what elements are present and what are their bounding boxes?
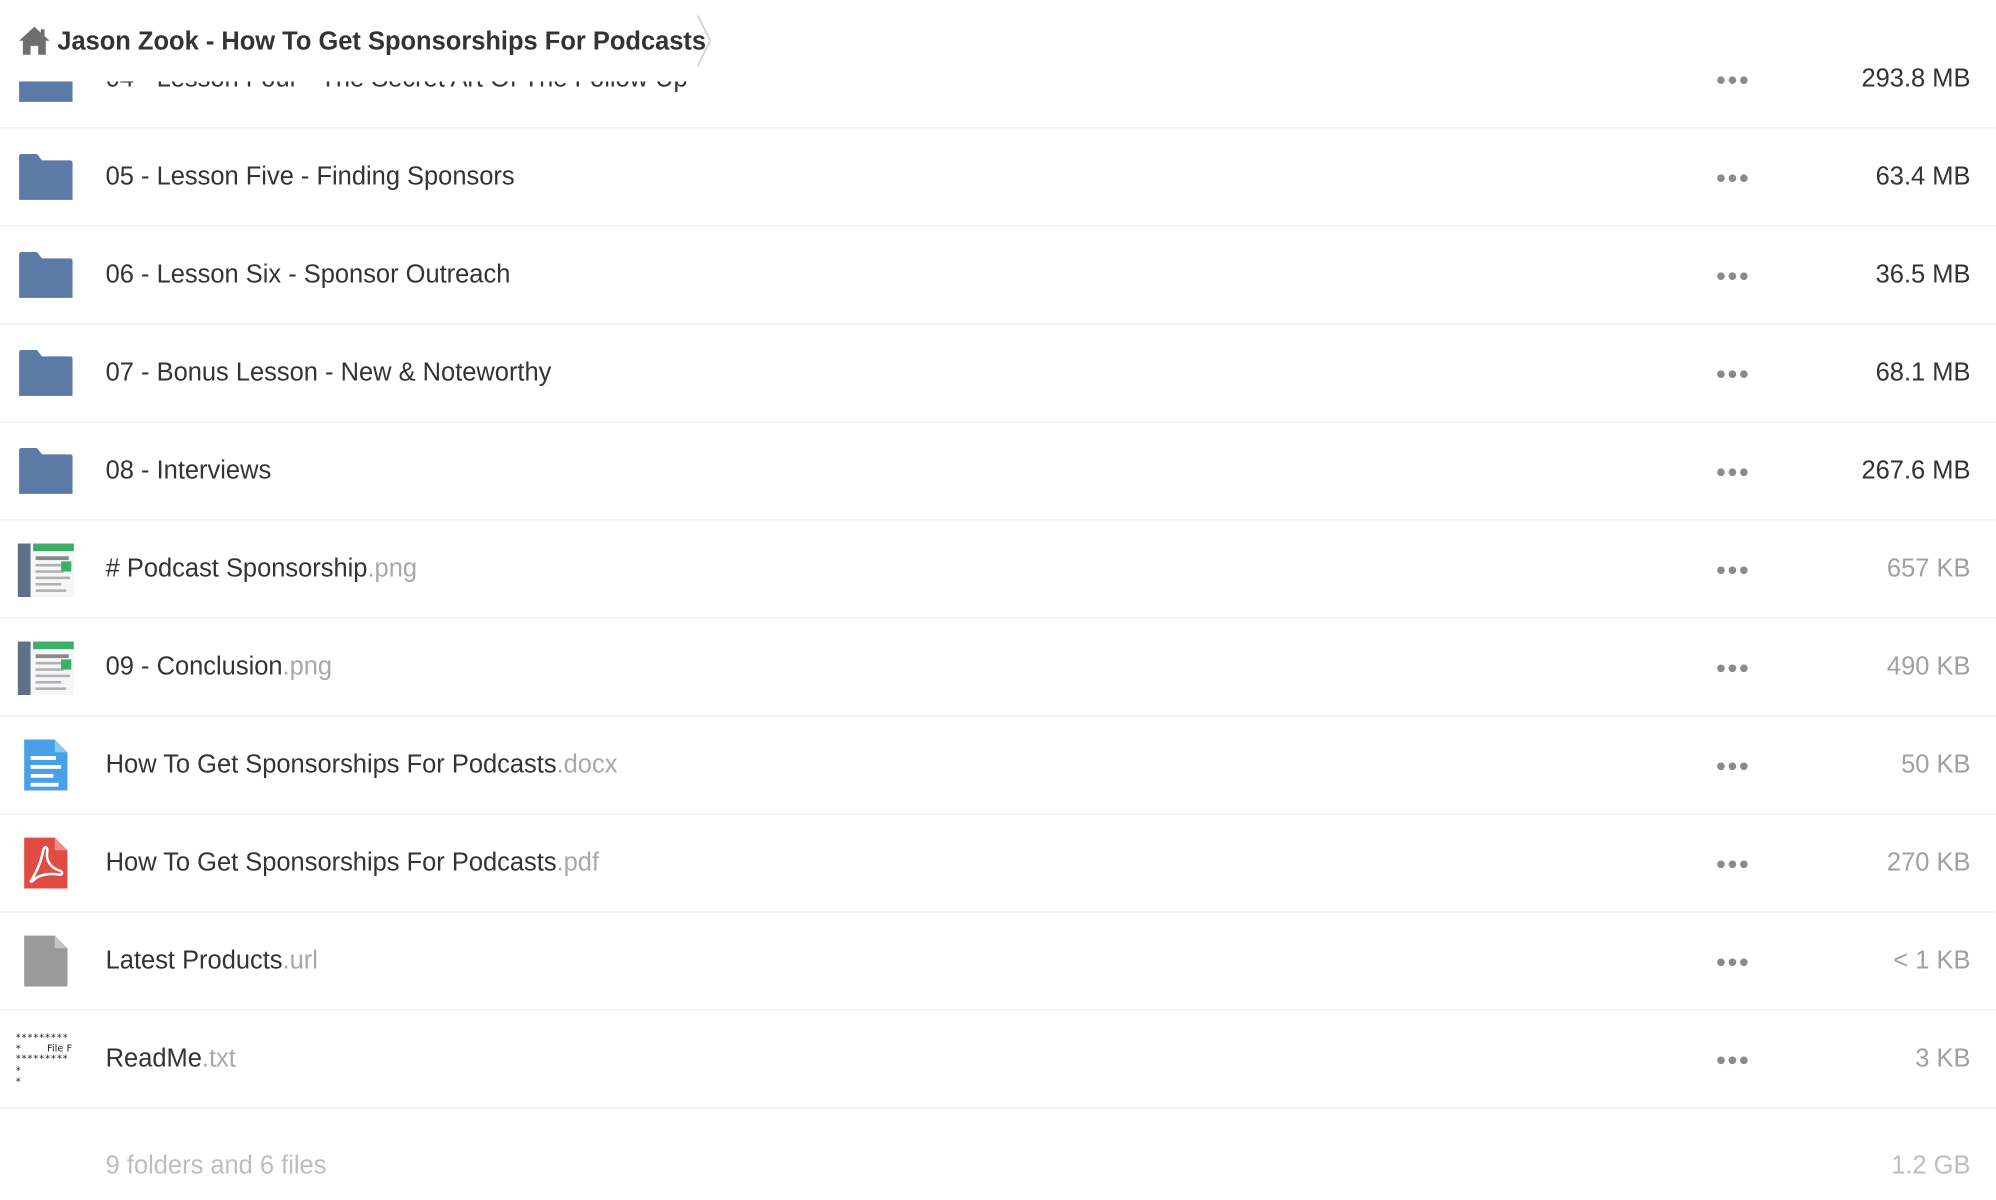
more-options-icon[interactable] [1710,657,1756,680]
file-name[interactable]: 06 - Lesson Six - Sponsor Outreach [106,227,511,325]
file-extension: .pdf [556,849,600,878]
more-options-icon[interactable] [1710,69,1756,92]
file-row[interactable]: How To Get Sponsorships For Podcasts.pdf… [0,814,1996,913]
file-name[interactable]: 05 - Lesson Five - Finding Sponsors [106,129,515,227]
file-extension: .png [282,652,333,682]
file-list-view: 04 - Lesson Four - The Secret Art Of The… [0,0,1996,1200]
file-name[interactable]: 07 - Bonus Lesson - New & Noteworthy [106,325,552,423]
file-size: < 1 KB [1893,947,1971,976]
svg-text:*: * [15,1066,21,1077]
breadcrumb-separator-icon [692,13,715,69]
summary-row: 9 folders and 6 files 1.2 GB [0,1111,1996,1200]
more-options-icon[interactable] [1710,363,1756,386]
more-options-icon[interactable] [1710,167,1756,190]
file-row[interactable]: # Podcast Sponsorship.png 657 KB [0,520,1996,619]
file-size: 293.8 MB [1861,64,1971,93]
file-row[interactable]: 07 - Bonus Lesson - New & Noteworthy 68.1… [0,324,1996,423]
more-options-icon[interactable] [1710,1049,1756,1072]
more-options-icon[interactable] [1710,755,1756,778]
file-basename: 09 - Conclusion [105,652,283,682]
image-thumbnail [15,538,76,599]
file-basename: 05 - Lesson Five - Finding Sponsors [105,162,515,191]
file-row[interactable]: How To Get Sponsorships For Podcasts.doc… [0,716,1996,815]
file-basename: 08 - Interviews [105,456,272,485]
image-thumbnail [15,636,76,697]
file-basename: How To Get Sponsorships For Podcasts [105,751,557,780]
file-size: 50 KB [1901,751,1971,780]
file-size: 68.1 MB [1875,358,1971,387]
file-row[interactable]: 08 - Interviews 267.6 MB [0,422,1996,521]
file-extension: .url [282,947,318,976]
more-options-icon[interactable] [1710,461,1756,484]
file-name[interactable]: 08 - Interviews [106,423,272,521]
file-row[interactable]: Latest Products.url < 1 KB [0,912,1996,1011]
more-options-icon[interactable] [1710,265,1756,288]
file-row[interactable]: 09 - Conclusion.png 490 KB [0,618,1996,717]
pdf-icon [15,832,76,893]
file-size: 267.6 MB [1861,456,1971,485]
file-basename: # Podcast Sponsorship [105,554,368,583]
file-icon [15,930,76,991]
more-options-icon[interactable] [1710,559,1756,582]
breadcrumb: Jason Zook - How To Get Sponsorships For… [0,0,721,82]
text-file-thumbnail: ********* * File F ********* * * [15,1029,77,1090]
file-name[interactable]: Latest Products.url [106,913,318,1011]
more-options-icon[interactable] [1710,853,1756,876]
summary-count: 9 folders and 6 files [105,1151,327,1180]
svg-text:*********: ********* [15,1053,68,1064]
file-size: 490 KB [1886,652,1971,682]
file-extension: .png [367,554,418,583]
file-name[interactable]: How To Get Sponsorships For Podcasts.doc… [106,717,618,815]
folder-icon [15,440,76,501]
folder-icon [15,342,76,403]
file-basename: How To Get Sponsorships For Podcasts [105,849,557,878]
file-basename: Latest Products [105,947,283,976]
folder-icon [15,146,76,207]
file-size: 63.4 MB [1875,162,1971,191]
file-basename: 07 - Bonus Lesson - New & Noteworthy [105,358,552,387]
file-size: 270 KB [1886,849,1971,878]
svg-text:*: * [15,1077,21,1088]
file-name[interactable]: # Podcast Sponsorship.png [106,521,417,619]
file-extension: .txt [201,1045,236,1074]
file-row[interactable]: 05 - Lesson Five - Finding Sponsors 63.4 … [0,128,1996,227]
file-size: 657 KB [1886,554,1971,583]
summary-total-size: 1.2 GB [1891,1151,1971,1180]
file-basename: 06 - Lesson Six - Sponsor Outreach [105,260,511,289]
home-icon[interactable] [18,25,51,56]
file-name[interactable]: 09 - Conclusion.png [106,619,332,717]
file-extension: .docx [556,751,618,780]
file-size: 3 KB [1915,1045,1971,1074]
file-name[interactable]: How To Get Sponsorships For Podcasts.pdf [106,815,599,913]
file-basename: ReadMe [105,1045,202,1074]
folder-icon [15,244,76,305]
file-row[interactable]: 06 - Lesson Six - Sponsor Outreach 36.5 M… [0,226,1996,325]
svg-text:*********: ********* [15,1033,68,1044]
file-row[interactable]: ********* * File F ********* * * ReadMe.txt 3 K… [0,1010,1996,1109]
document-icon [15,734,76,795]
breadcrumb-current-folder[interactable]: Jason Zook - How To Get Sponsorships For… [57,0,706,81]
file-size: 36.5 MB [1875,260,1971,289]
file-name[interactable]: ReadMe.txt [106,1011,236,1109]
more-options-icon[interactable] [1710,951,1756,974]
